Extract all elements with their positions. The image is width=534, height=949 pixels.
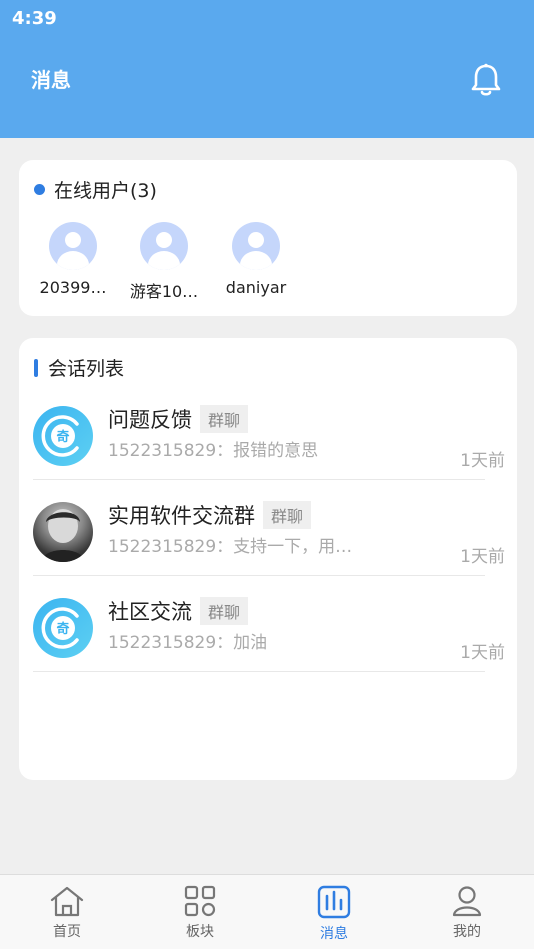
online-user[interactable]: 游客10… — [119, 222, 209, 302]
logo-icon: 奇 — [33, 598, 93, 658]
bell-icon[interactable] — [468, 62, 504, 98]
online-user-name: daniyar — [225, 278, 287, 297]
logo-icon: 奇 — [33, 406, 93, 466]
session-title-text: 社区交流 — [108, 600, 192, 624]
user-icon — [452, 886, 482, 917]
session-list-title: 会话列表 — [34, 354, 124, 381]
last-message: 1522315829：加油 — [108, 633, 268, 653]
session-name: 问题反馈 群聊 — [108, 404, 249, 434]
session-item[interactable]: 奇 社区交流 群聊 1522315829：加油 1天前 — [33, 576, 505, 672]
session-name: 社区交流 群聊 — [108, 596, 249, 626]
online-users-label: 在线用户(3) — [54, 180, 157, 202]
default-avatar-icon — [140, 222, 188, 270]
online-users-card: 在线用户(3) 20399… 游客10… daniyar — [19, 160, 517, 316]
svg-text:奇: 奇 — [56, 621, 69, 637]
last-message: 1522315829：报错的意思 — [108, 441, 319, 461]
group-chat-badge: 群聊 — [200, 597, 249, 625]
status-time: 4:39 — [12, 8, 57, 29]
svg-text:奇: 奇 — [56, 429, 69, 445]
session-title-text: 问题反馈 — [108, 408, 192, 432]
grid-icon — [184, 885, 216, 917]
online-dot-icon — [34, 184, 45, 195]
page-title: 消息 — [31, 68, 71, 92]
online-user[interactable]: daniyar — [211, 222, 301, 297]
session-time: 1天前 — [460, 547, 505, 567]
default-avatar-icon — [232, 222, 280, 270]
group-chat-badge: 群聊 — [263, 501, 312, 529]
bottom-nav: 首页 板块 消息 我的 — [0, 874, 534, 949]
online-user[interactable]: 20399… — [28, 222, 118, 297]
nav-profile-label: 我的 — [453, 924, 481, 940]
nav-messages[interactable]: 消息 — [294, 885, 374, 943]
nav-profile[interactable]: 我的 — [427, 885, 507, 941]
title-accent-bar — [34, 358, 38, 377]
home-icon — [50, 886, 84, 917]
message-icon — [317, 885, 351, 919]
session-list-card: 会话列表 奇 问题反馈 群聊 1522315829：报错的意思 1天前 实用软件… — [19, 338, 517, 780]
user-photo-avatar — [33, 502, 93, 562]
nav-boards-label: 板块 — [186, 924, 214, 940]
session-list-label: 会话列表 — [48, 358, 125, 380]
default-avatar-icon — [49, 222, 97, 270]
session-title-text: 实用软件交流群 — [108, 504, 255, 528]
nav-home[interactable]: 首页 — [27, 885, 107, 941]
last-message: 1522315829：支持一下，用… — [108, 537, 353, 557]
header-bar: 4:39 消息 — [0, 0, 534, 138]
nav-home-label: 首页 — [53, 924, 81, 940]
nav-messages-label: 消息 — [320, 926, 348, 942]
session-time: 1天前 — [460, 451, 505, 471]
nav-boards[interactable]: 板块 — [160, 885, 240, 941]
session-time: 1天前 — [460, 643, 505, 663]
session-item[interactable]: 奇 问题反馈 群聊 1522315829：报错的意思 1天前 — [33, 384, 505, 480]
session-item[interactable]: 实用软件交流群 群聊 1522315829：支持一下，用… 1天前 — [33, 480, 505, 576]
online-user-name: 游客10… — [129, 282, 199, 301]
online-users-title: 在线用户(3) — [34, 176, 157, 203]
session-name: 实用软件交流群 群聊 — [108, 500, 312, 530]
group-chat-badge: 群聊 — [200, 405, 249, 433]
online-user-name: 20399… — [39, 278, 107, 297]
